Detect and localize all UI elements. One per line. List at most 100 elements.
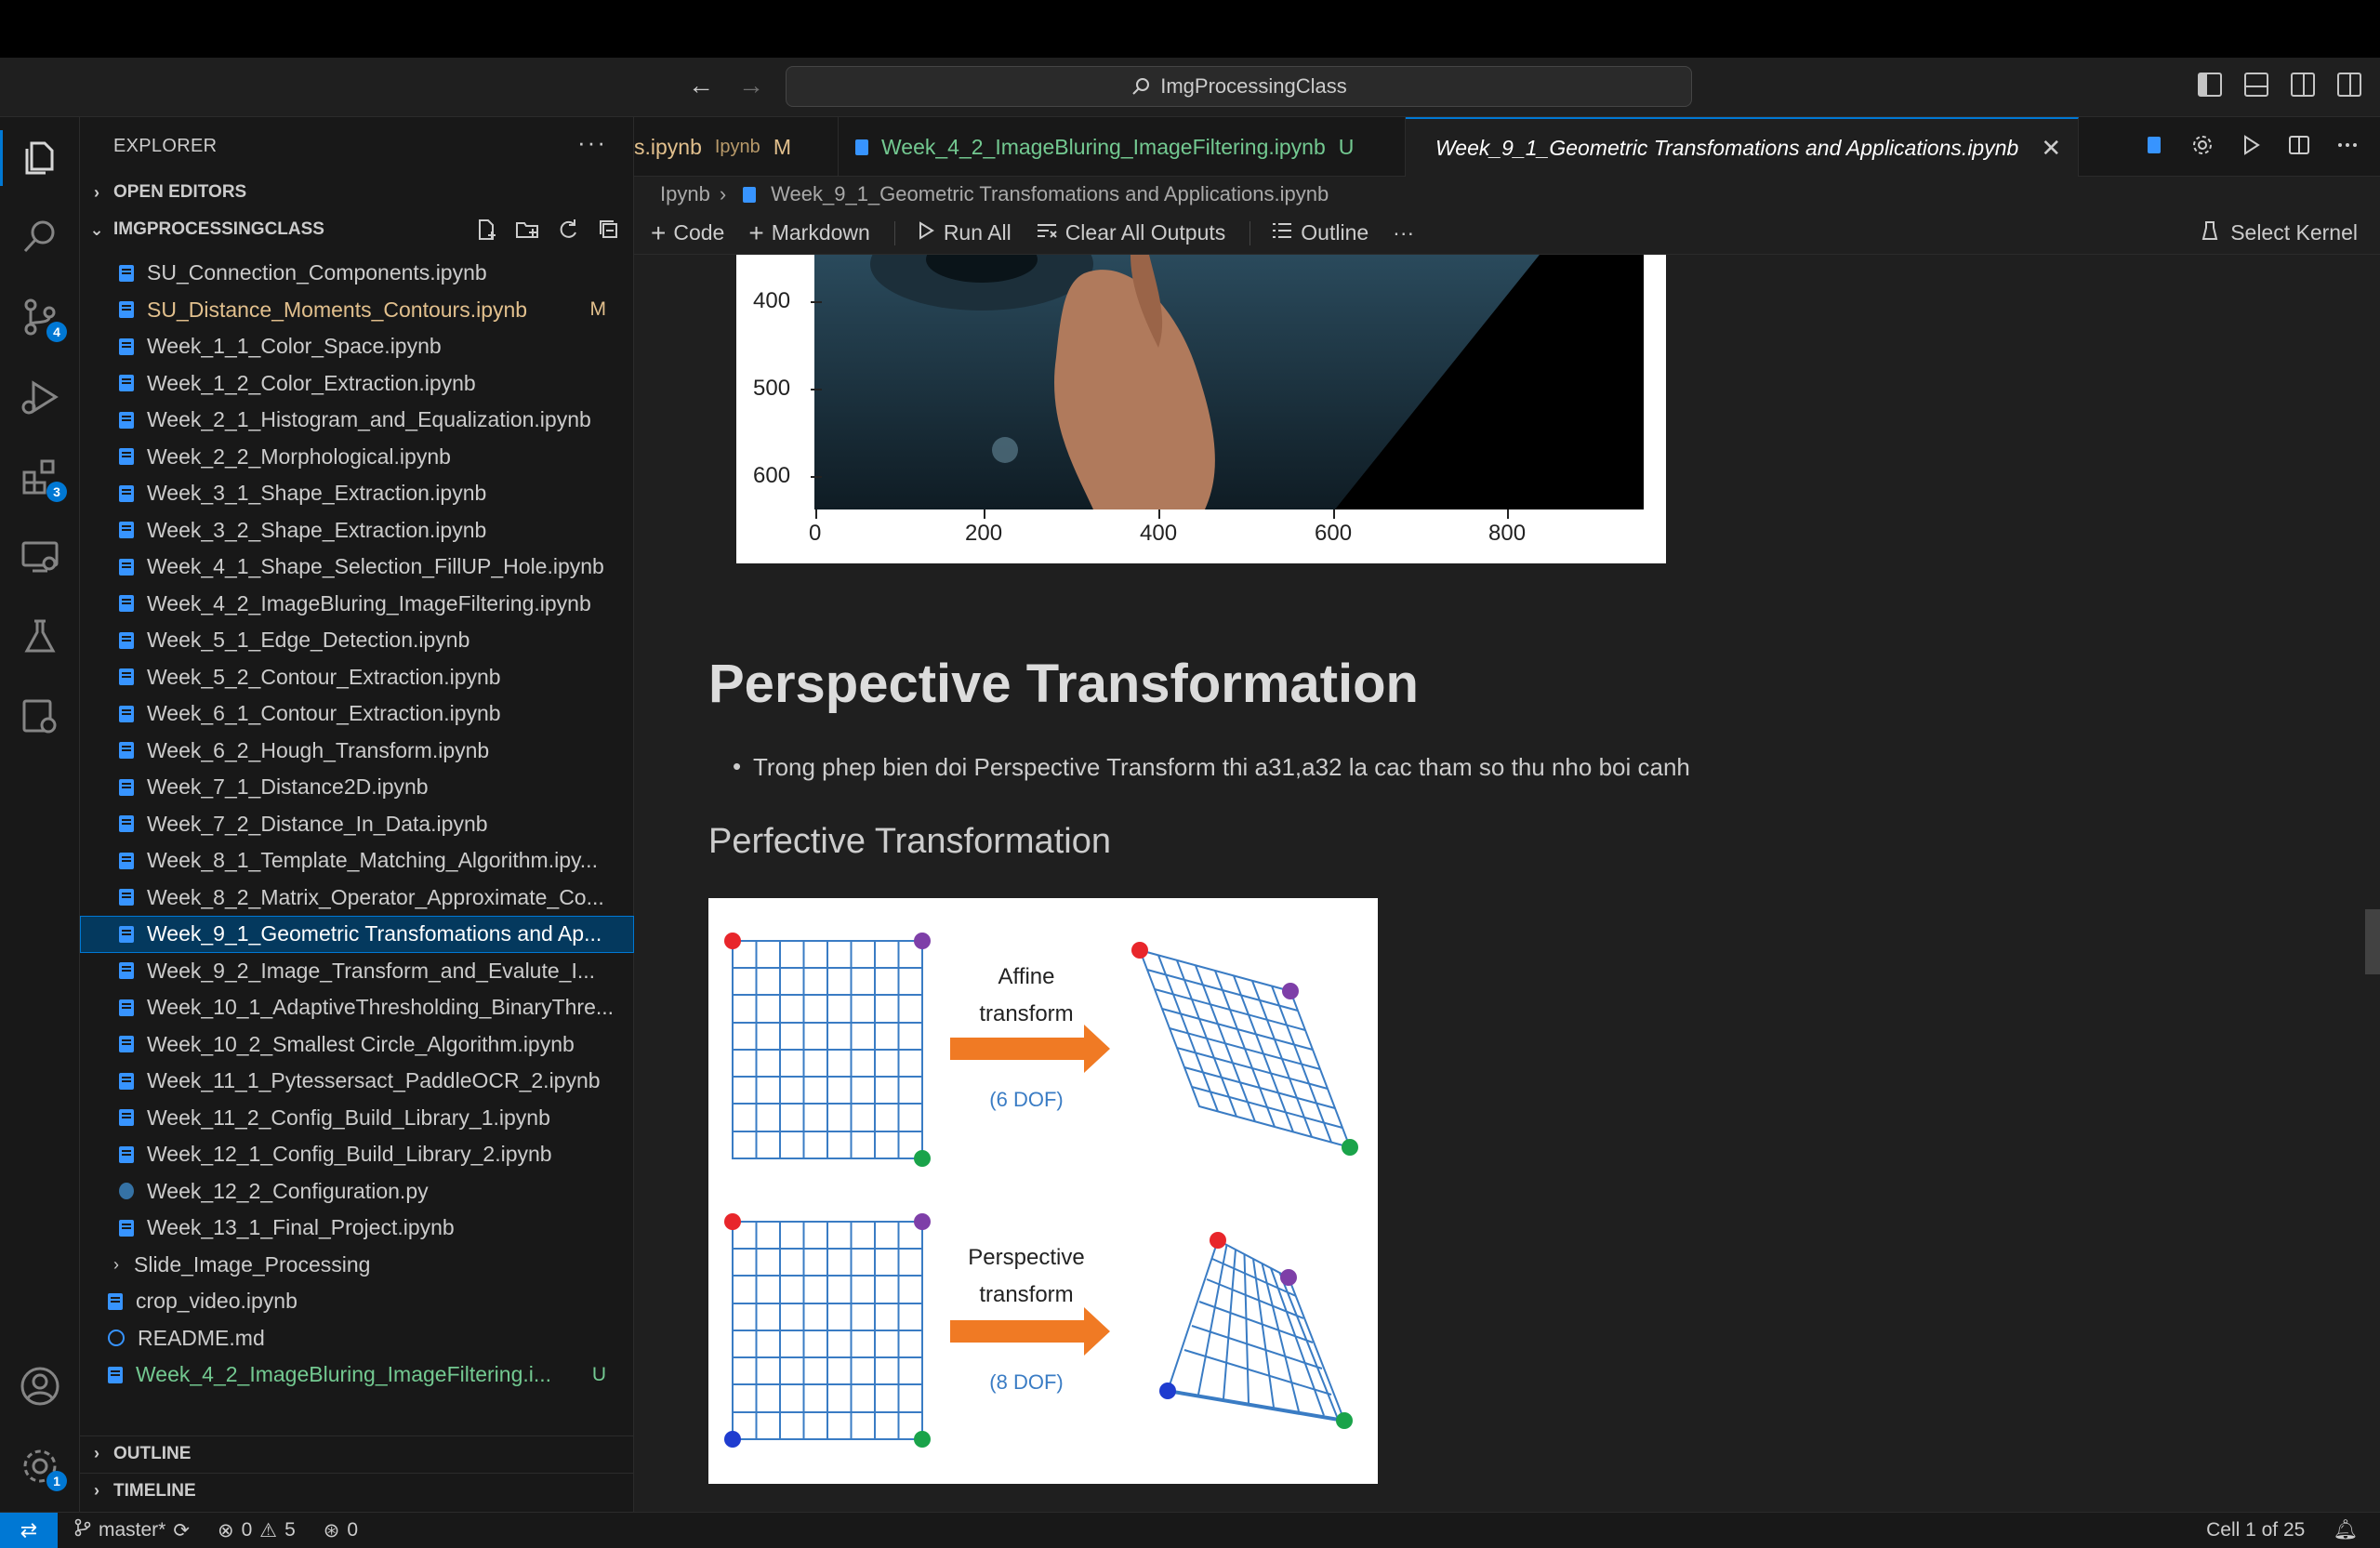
sync-icon[interactable]: ⟳: [173, 1519, 190, 1542]
notebook-file-icon: [855, 139, 868, 155]
file-item[interactable]: Week_8_1_Template_Matching_Algorithm.ipy…: [80, 842, 634, 880]
add-markdown-button[interactable]: + Markdown: [748, 218, 869, 248]
add-code-button[interactable]: + Code: [651, 218, 724, 248]
settings-gear-icon[interactable]: [2190, 133, 2215, 157]
python-file-icon: [119, 1183, 134, 1200]
notebook-icon[interactable]: [2142, 133, 2166, 157]
file-item[interactable]: Week_5_1_Edge_Detection.ipynb: [80, 622, 634, 659]
open-editors-section[interactable]: › OPEN EDITORS: [80, 175, 634, 210]
file-item[interactable]: SU_Distance_Moments_Contours.ipynb M: [80, 292, 634, 329]
tab-imagebluring[interactable]: Week_4_2_ImageBluring_ImageFiltering.ipy…: [839, 117, 1406, 177]
tab-previous-notebook[interactable]: s.ipynb Ipynb M: [634, 117, 839, 177]
file-item-selected[interactable]: Week_9_1_Geometric Transfomations and Ap…: [80, 916, 634, 953]
file-item[interactable]: Week_4_1_Shape_Selection_FillUP_Hole.ipy…: [80, 549, 634, 586]
outline-button[interactable]: Outline: [1271, 220, 1368, 246]
toggle-panel-icon[interactable]: [2244, 73, 2268, 97]
new-folder-icon[interactable]: [515, 218, 539, 242]
notebook-toolbar: + Code + Markdown Run All Clear All Output…: [634, 212, 2380, 255]
notebook-file-icon: [119, 815, 134, 833]
file-item[interactable]: README.md: [80, 1320, 634, 1357]
file-item[interactable]: Week_10_1_AdaptiveThresholding_BinaryThr…: [80, 989, 634, 1026]
file-item[interactable]: Week_6_2_Hough_Transform.ipynb: [80, 733, 634, 770]
remote-explorer-icon[interactable]: [19, 536, 61, 578]
active-indicator: [0, 130, 3, 186]
select-kernel-button[interactable]: Select Kernel: [2199, 219, 2358, 247]
file-item[interactable]: Week_11_1_Pytessersact_PaddleOCR_2.ipynb: [80, 1063, 634, 1100]
remote-indicator-icon[interactable]: ⇄: [0, 1512, 58, 1548]
run-debug-icon[interactable]: [19, 376, 61, 418]
file-item[interactable]: Week_9_2_Image_Transform_and_Evalute_I..…: [80, 953, 634, 990]
tab-geometric-transformations[interactable]: Week_9_1_Geometric Transfomations and Ap…: [1406, 117, 2079, 177]
breadcrumb-folder[interactable]: Ipynb: [660, 182, 710, 206]
project-section[interactable]: ⌄ IMGPROCESSINGCLASS: [80, 212, 634, 247]
file-item[interactable]: Week_8_2_Matrix_Operator_Approximate_Co.…: [80, 880, 634, 917]
explorer-title: EXPLORER: [113, 136, 218, 156]
file-item[interactable]: Week_2_1_Histogram_and_Equalization.ipyn…: [80, 402, 634, 439]
breadcrumb-file[interactable]: Week_9_1_Geometric Transfomations and Ap…: [771, 182, 1329, 206]
refresh-icon[interactable]: [556, 218, 580, 242]
command-center-search[interactable]: ImgProcessingClass: [786, 66, 1692, 107]
file-item[interactable]: Week_7_1_Distance2D.ipynb: [80, 769, 634, 806]
testing-icon[interactable]: [19, 615, 61, 658]
explorer-more-icon[interactable]: ···: [577, 128, 607, 157]
problems-indicator[interactable]: ⊗ 0 ⚠ 5: [218, 1519, 296, 1542]
file-item[interactable]: Week_11_2_Config_Build_Library_1.ipynb: [80, 1100, 634, 1137]
toggle-secondary-sidebar-icon[interactable]: [2291, 73, 2315, 97]
notebook-file-icon: [119, 778, 134, 796]
collapse-all-icon[interactable]: [597, 218, 621, 242]
extensions-icon[interactable]: 3: [19, 456, 67, 502]
outline-section[interactable]: › OUTLINE: [80, 1436, 634, 1471]
bell-icon[interactable]: 🔔︎: [2333, 1519, 2358, 1541]
account-icon[interactable]: [19, 1365, 61, 1408]
file-item[interactable]: Week_1_2_Color_Extraction.ipynb: [80, 365, 634, 403]
timeline-section[interactable]: › TIMELINE: [80, 1473, 634, 1508]
file-item[interactable]: Week_4_2_ImageBluring_ImageFiltering.i..…: [80, 1356, 634, 1394]
notebook-editor[interactable]: 400 500 600 0 200 400 600 800 Perspectiv…: [634, 255, 2380, 1512]
clear-all-outputs-button[interactable]: Clear All Outputs: [1036, 220, 1225, 246]
forward-arrow-icon[interactable]: →: [738, 71, 764, 100]
title-bar: ← → ImgProcessingClass: [0, 58, 2380, 117]
cell-position[interactable]: Cell 1 of 25: [2206, 1519, 2305, 1541]
new-file-icon[interactable]: [474, 218, 498, 242]
file-item[interactable]: Week_2_2_Morphological.ipynb: [80, 439, 634, 476]
file-item[interactable]: Week_7_2_Distance_In_Data.ipynb: [80, 806, 634, 843]
file-item[interactable]: Week_5_2_Contour_Extraction.ipynb: [80, 659, 634, 696]
open-editors-label: OPEN EDITORS: [113, 182, 247, 202]
split-editor-icon[interactable]: [2287, 133, 2311, 157]
folder-item[interactable]: › Slide_Image_Processing: [80, 1247, 634, 1284]
file-item[interactable]: Week_3_2_Shape_Extraction.ipynb: [80, 512, 634, 549]
search-icon[interactable]: [19, 216, 61, 258]
toolbar-more-icon[interactable]: ···: [1393, 220, 1414, 245]
markdown-bullet: Trong phep bien doi Perspective Transfor…: [733, 752, 1690, 782]
editor-tabs: s.ipynb Ipynb M Week_4_2_ImageBluring_Im…: [634, 117, 2380, 177]
toggle-primary-sidebar-icon[interactable]: [2198, 73, 2222, 97]
file-item[interactable]: Week_1_1_Color_Space.ipynb: [80, 328, 634, 365]
explorer-icon[interactable]: [19, 136, 61, 179]
file-item[interactable]: Week_12_2_Configuration.py: [80, 1173, 634, 1211]
source-control-icon[interactable]: 4: [19, 296, 67, 342]
run-icon[interactable]: [2239, 133, 2263, 157]
notebook-file-icon: [119, 962, 134, 980]
customize-layout-icon[interactable]: [2337, 73, 2361, 97]
jupyter-kernel-icon[interactable]: [19, 695, 61, 738]
file-item[interactable]: crop_video.ipynb: [80, 1283, 634, 1320]
manage-gear-icon[interactable]: 1: [19, 1445, 67, 1491]
file-item[interactable]: Week_3_1_Shape_Extraction.ipynb: [80, 475, 634, 512]
back-arrow-icon[interactable]: ←: [688, 71, 714, 100]
git-branch[interactable]: master* ⟳: [74, 1518, 190, 1542]
more-actions-icon[interactable]: [2335, 133, 2360, 157]
file-item[interactable]: Week_12_1_Config_Build_Library_2.ipynb: [80, 1136, 634, 1173]
file-item[interactable]: Week_4_2_ImageBluring_ImageFiltering.ipy…: [80, 586, 634, 623]
file-item[interactable]: Week_10_2_Smallest Circle_Algorithm.ipyn…: [80, 1026, 634, 1064]
file-item[interactable]: Week_13_1_Final_Project.ipynb: [80, 1210, 634, 1247]
close-icon[interactable]: ✕: [2041, 134, 2061, 163]
notebook-file-icon: [119, 1072, 134, 1090]
x-tick-label: 400: [1140, 509, 1178, 546]
run-all-button[interactable]: Run All: [916, 220, 1012, 246]
editor-scrollbar[interactable]: [2365, 909, 2380, 974]
file-item[interactable]: Week_6_1_Contour_Extraction.ipynb: [80, 695, 634, 733]
file-item[interactable]: SU_Connection_Components.ipynb: [80, 255, 634, 292]
settings-badge: 1: [46, 1471, 67, 1491]
notebook-file-icon: [119, 337, 134, 355]
ports-indicator[interactable]: ⊛ 0: [324, 1519, 358, 1542]
